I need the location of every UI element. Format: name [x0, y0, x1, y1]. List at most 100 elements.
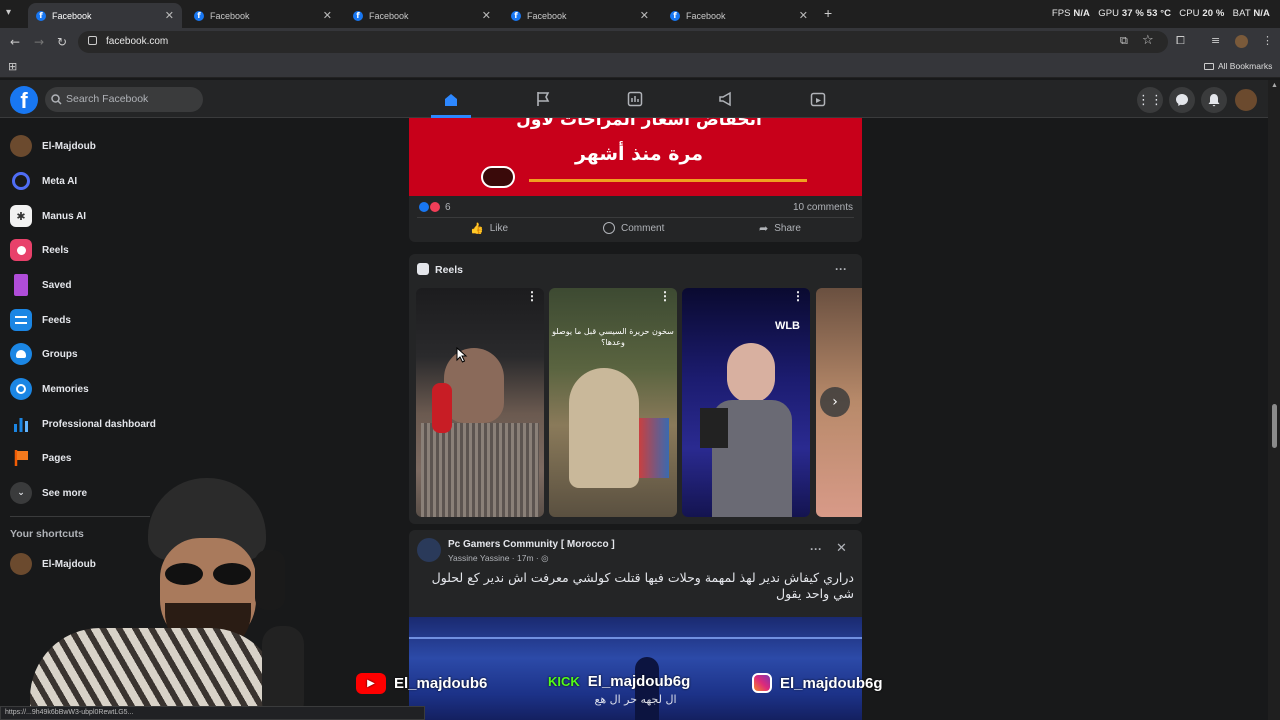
- menu-button[interactable]: ⋮⋮: [1137, 87, 1163, 113]
- forward-icon[interactable]: →: [34, 35, 44, 49]
- chevron-right-icon[interactable]: ›: [820, 387, 850, 417]
- reel-thumbnail[interactable]: WLB ⋮: [682, 288, 810, 517]
- tab-search-icon[interactable]: ▾: [6, 7, 11, 18]
- like-button[interactable]: 👍 Like: [470, 222, 508, 235]
- flag-icon: [10, 447, 32, 469]
- sidebar-item-label: Saved: [42, 279, 72, 291]
- sidebar-item-reels[interactable]: Reels: [10, 235, 69, 265]
- more-options-icon[interactable]: ···: [835, 262, 847, 276]
- kick-icon: KICK: [548, 674, 580, 689]
- mouse-cursor-icon: [456, 347, 468, 363]
- nav-pages[interactable]: [523, 86, 563, 112]
- group-name[interactable]: Pc Gamers Community [ Morocco ]: [448, 539, 615, 550]
- post-time[interactable]: 17m: [517, 553, 534, 563]
- sidebar-item-manus-ai[interactable]: ✱ Manus AI: [10, 201, 86, 231]
- link-status-bar: https://...9h49k6bBwW3-ubpl0RewtLG5...: [0, 706, 425, 720]
- close-icon[interactable]: ✕: [836, 541, 847, 556]
- install-app-icon[interactable]: ⧉: [1120, 34, 1128, 48]
- more-options-icon[interactable]: ···: [810, 542, 822, 556]
- video-detail: [409, 637, 862, 639]
- cpu-label: CPU: [1179, 8, 1200, 19]
- fps-label: FPS: [1051, 8, 1071, 19]
- post-video[interactable]: ال لجهه حر ال هع: [409, 617, 862, 720]
- tab-title: Facebook: [369, 10, 409, 21]
- messenger-button[interactable]: [1169, 87, 1195, 113]
- browser-tab[interactable]: f Facebook ✕: [345, 3, 499, 28]
- headphones: [255, 550, 285, 610]
- close-tab-icon[interactable]: ✕: [165, 9, 174, 22]
- all-bookmarks-folder[interactable]: All Bookmarks: [1204, 61, 1272, 71]
- cpu-value: 20 %: [1202, 8, 1225, 19]
- notifications-button[interactable]: [1201, 87, 1227, 113]
- dashboard-icon: [627, 91, 643, 107]
- reload-icon[interactable]: ↻: [57, 35, 67, 49]
- banner-underline: [529, 179, 807, 182]
- reel-thumbnail[interactable]: ⋮: [416, 288, 544, 517]
- instagram-handle: El_majdoub6g: [752, 673, 883, 693]
- scroll-up-arrow[interactable]: ▲: [1271, 82, 1278, 89]
- person-face: [444, 348, 504, 423]
- comment-icon: [603, 222, 615, 234]
- close-tab-icon[interactable]: ✕: [640, 9, 649, 22]
- tab-title: Facebook: [527, 10, 567, 21]
- youtube-handle-text: El_majdoub6: [394, 675, 488, 692]
- reel-menu-icon[interactable]: ⋮: [526, 290, 538, 302]
- site-info-icon[interactable]: [88, 36, 97, 45]
- browser-tab[interactable]: f Facebook ✕: [28, 3, 182, 28]
- close-tab-icon[interactable]: ✕: [799, 9, 808, 22]
- sidebar-item-feeds[interactable]: Feeds: [10, 305, 71, 335]
- sidebar-item-pages[interactable]: Pages: [10, 443, 71, 473]
- manus-icon: ✱: [10, 205, 32, 227]
- fabric: [639, 418, 669, 478]
- sidebar-item-memories[interactable]: Memories: [10, 374, 89, 404]
- browser-tab[interactable]: f Facebook ✕: [662, 3, 816, 28]
- calendar-play-icon: [810, 92, 826, 107]
- reel-thumbnail[interactable]: سخون حريرة السيسي قبل ما يوصلو وعدها؟ ⋮: [549, 288, 677, 517]
- nav-ads[interactable]: [706, 86, 746, 112]
- reel-menu-icon[interactable]: ⋮: [659, 290, 671, 302]
- bat-label: BAT: [1232, 8, 1251, 19]
- bookmarks-bar: [0, 56, 1280, 78]
- facebook-favicon-icon: f: [670, 10, 680, 21]
- profile-avatar[interactable]: [1235, 35, 1248, 48]
- sidebar-item-meta-ai[interactable]: Meta AI: [10, 166, 77, 196]
- folder-icon: [1204, 63, 1214, 70]
- comment-button[interactable]: Comment: [603, 222, 664, 234]
- post-image[interactable]: انخفاض أسعار المراحات لأول مرة منذ أشهر: [409, 118, 862, 196]
- sidebar-item-profile[interactable]: El-Majdoub: [10, 131, 96, 161]
- reel-menu-icon[interactable]: ⋮: [792, 290, 804, 302]
- new-tab-button[interactable]: +: [824, 5, 832, 21]
- close-tab-icon[interactable]: ✕: [482, 9, 491, 22]
- browser-tab[interactable]: f Facebook ✕: [503, 3, 657, 28]
- browser-menu-icon[interactable]: ⋮: [1262, 34, 1273, 47]
- bookmark-star-icon[interactable]: ☆: [1142, 33, 1154, 48]
- search-input[interactable]: Search Facebook: [45, 87, 203, 112]
- extensions-icon[interactable]: ⧠: [1176, 34, 1185, 48]
- reaction-count[interactable]: 6: [445, 202, 451, 213]
- group-avatar[interactable]: [417, 538, 441, 562]
- url-field[interactable]: facebook.com: [78, 31, 1168, 53]
- nav-dashboard[interactable]: [615, 86, 655, 112]
- facebook-logo[interactable]: f: [10, 86, 38, 114]
- sidebar-item-saved[interactable]: Saved: [10, 270, 71, 300]
- back-icon[interactable]: ←: [10, 35, 20, 49]
- apps-grid-icon[interactable]: ⊞: [8, 60, 17, 73]
- facebook-favicon-icon: f: [353, 10, 363, 21]
- share-button[interactable]: ➦ Share: [759, 222, 801, 235]
- gpu-label: GPU: [1098, 8, 1120, 19]
- account-avatar[interactable]: [1233, 87, 1259, 113]
- kick-handle: KICK El_majdoub6g: [548, 673, 690, 690]
- nav-gaming[interactable]: [798, 86, 838, 112]
- sidebar-item-label: Professional dashboard: [42, 418, 156, 430]
- bat-value: N/A: [1253, 8, 1270, 19]
- close-tab-icon[interactable]: ✕: [323, 9, 332, 22]
- scrollbar-thumb[interactable]: [1272, 404, 1277, 448]
- sidebar-item-groups[interactable]: Groups: [10, 339, 78, 369]
- comment-count[interactable]: 10 comments: [793, 202, 853, 213]
- browser-tab[interactable]: f Facebook ✕: [186, 3, 340, 28]
- nav-home[interactable]: [431, 84, 471, 118]
- sidebar-item-professional-dashboard[interactable]: Professional dashboard: [10, 409, 156, 439]
- post-author[interactable]: Yassine Yassine: [448, 553, 509, 563]
- page-scrollbar[interactable]: [1268, 80, 1280, 720]
- reading-list-icon[interactable]: ≡: [1211, 34, 1220, 47]
